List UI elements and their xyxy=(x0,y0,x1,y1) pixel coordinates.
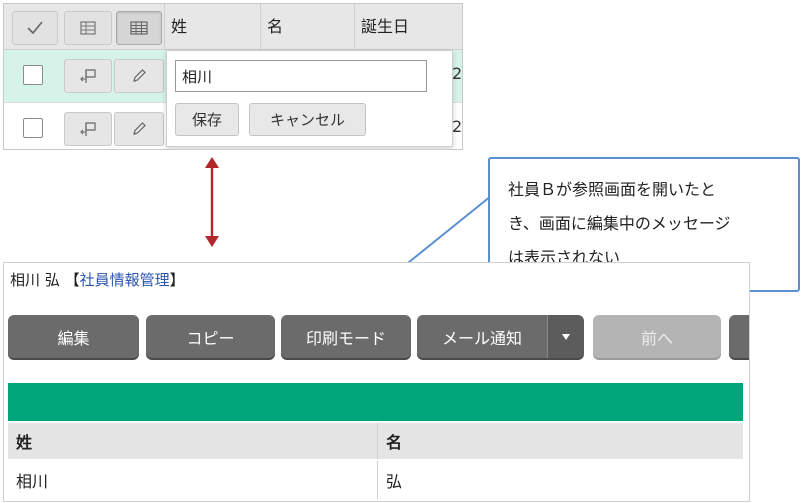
app-name-link[interactable]: 社員情報管理 xyxy=(80,271,170,289)
section-header-bar xyxy=(8,383,743,421)
callout-line: 社員Ｂが参照画面を開いたと xyxy=(508,180,717,199)
record-toolbar: 編集 コピー 印刷モード メール通知 前へ xyxy=(8,315,749,359)
caret-down-icon xyxy=(562,333,570,340)
callout-line: き、画面に編集中のメッセージ xyxy=(508,214,731,233)
bracket-close: 】 xyxy=(169,271,185,289)
header-last-name: 姓 xyxy=(16,433,33,452)
edit-button[interactable]: 編集 xyxy=(8,315,139,358)
previous-record-button[interactable]: 前へ xyxy=(593,315,721,358)
print-mode-button[interactable]: 印刷モード xyxy=(281,315,411,358)
table-row: 相川 弘 xyxy=(8,461,743,499)
detail-table-header: 姓 名 xyxy=(8,423,743,459)
header-first-name: 名 xyxy=(386,433,403,452)
bracket-open: 【 xyxy=(64,271,80,289)
record-name: 相川 弘 xyxy=(10,271,60,289)
mail-notify-dropdown[interactable] xyxy=(547,315,584,358)
mail-notify-button[interactable]: メール通知 xyxy=(417,315,547,358)
copy-button[interactable]: コピー xyxy=(146,315,275,358)
next-record-button-partial[interactable] xyxy=(729,315,749,358)
record-detail-panel: 相川 弘 【社員情報管理】 編集 コピー 印刷モード メール通知 前へ 姓 名 … xyxy=(3,262,750,502)
cell-last-name: 相川 xyxy=(16,472,49,491)
record-title: 相川 弘 【社員情報管理】 xyxy=(10,269,185,290)
cell-first-name: 弘 xyxy=(386,472,403,491)
